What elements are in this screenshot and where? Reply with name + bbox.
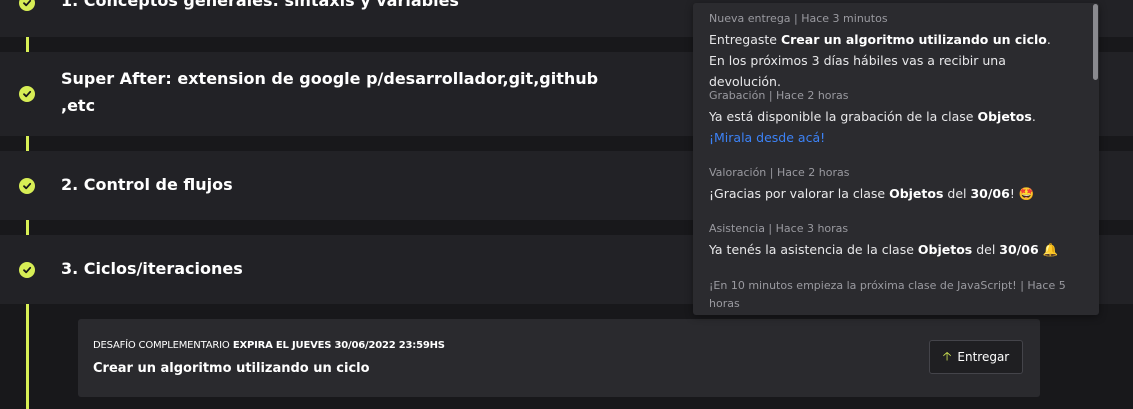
notification-text: Entregaste (709, 32, 781, 47)
challenge-expiry: EXPIRA EL JUEVES 30/06/2022 23:59HS (232, 340, 445, 351)
notification-bold: Crear un algoritmo utilizando un ciclo (780, 32, 1047, 47)
notification-text: . (1031, 109, 1036, 124)
notification-bold: Objetos (917, 242, 973, 257)
check-icon (19, 86, 35, 102)
notification-text: ¡Gracias por valorar la clase (709, 186, 890, 201)
notification-text: del (943, 186, 971, 201)
module-title-line: Super After: extension de google p/desar… (61, 69, 599, 88)
notification-item[interactable]: Nueva entrega | Hace 3 minutos Entregast… (709, 11, 1069, 92)
notification-bold: 30/06 (999, 242, 1039, 257)
module-title: 3. Ciclos/iteraciones (61, 259, 243, 278)
notification-meta: Valoración | Hace 2 horas (709, 166, 850, 179)
check-icon (19, 178, 35, 194)
notification-meta: Asistencia | Hace 3 horas (709, 222, 849, 235)
notification-bold: 30/06 (970, 186, 1010, 201)
notification-meta: Nueva entrega | Hace 3 minutos (709, 12, 888, 25)
module-title: 2. Control de flujos (61, 175, 233, 194)
recording-link[interactable]: ¡Mirala desde acá! (709, 130, 825, 145)
arrow-up-icon: 🡡 (942, 348, 952, 363)
notification-text: Ya tenés la asistencia de la clase (709, 242, 918, 257)
notification-body: Ya está disponible la grabación de la cl… (709, 106, 1069, 148)
notification-body: Ya tenés la asistencia de la clase Objet… (709, 239, 1069, 260)
notification-body: ¡Gracias por valorar la clase Objetos de… (709, 183, 1069, 204)
module-title: 1. Conceptos generales: sintaxis y varia… (61, 0, 459, 10)
challenge-meta: DESAFÍO COMPLEMENTARIO EXPIRA EL JUEVES … (93, 340, 445, 351)
check-icon (19, 262, 35, 278)
notification-item[interactable]: Grabación | Hace 2 horas Ya está disponi… (709, 88, 1069, 148)
notification-text: ! (1009, 186, 1015, 201)
challenge-card: DESAFÍO COMPLEMENTARIO EXPIRA EL JUEVES … (78, 319, 1040, 397)
notification-meta: Grabación | Hace 2 horas (709, 89, 849, 102)
notification-bold: Objetos (977, 109, 1032, 124)
star-eyes-emoji-icon: 🤩 (1018, 186, 1035, 201)
challenge-title: Crear un algoritmo utilizando un ciclo (93, 361, 370, 376)
notification-meta: ¡En 10 minutos empieza la próxima clase … (709, 279, 1066, 310)
challenge-type: DESAFÍO COMPLEMENTARIO (93, 340, 230, 351)
notifications-panel[interactable]: Nueva entrega | Hace 3 minutos Entregast… (693, 3, 1099, 315)
notification-item[interactable]: Valoración | Hace 2 horas ¡Gracias por v… (709, 165, 1069, 204)
check-icon (19, 0, 35, 11)
deliver-button-label: Entregar (957, 350, 1010, 364)
notifications-scrollbar[interactable] (1093, 4, 1098, 80)
notification-body: Entregaste Crear un algoritmo utilizando… (709, 29, 1069, 92)
notification-item[interactable]: ¡En 10 minutos empieza la próxima clase … (709, 277, 1069, 313)
bell-icon: 🔔 (1042, 242, 1059, 257)
notification-text: del (972, 242, 1000, 257)
notification-item[interactable]: Asistencia | Hace 3 horas Ya tenés la as… (709, 221, 1069, 260)
deliver-button[interactable]: 🡡 Entregar (929, 340, 1023, 374)
notification-bold: Objetos (889, 186, 944, 201)
module-title: Super After: extension de google p/desar… (61, 65, 598, 119)
notification-text: Ya está disponible la grabación de la cl… (709, 109, 978, 124)
module-title-line: ,etc (61, 96, 96, 115)
